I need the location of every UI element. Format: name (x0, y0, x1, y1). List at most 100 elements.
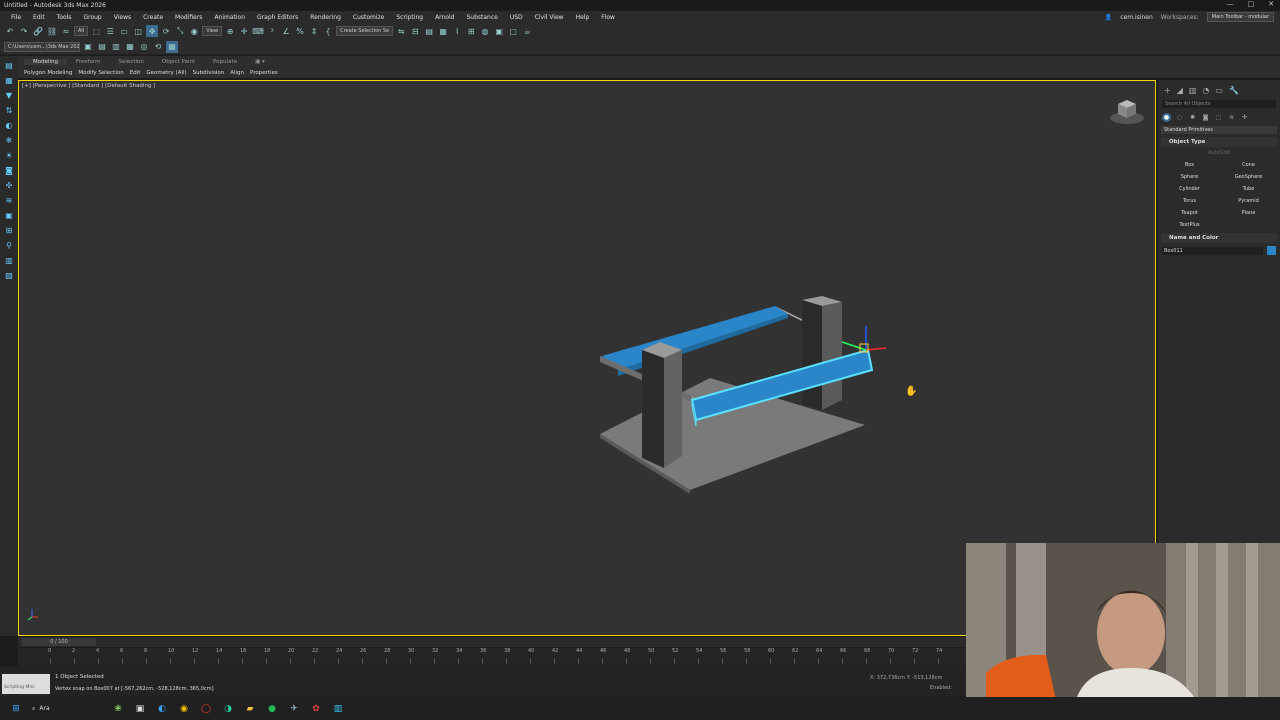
viewcube[interactable] (1108, 96, 1146, 126)
helpers-icon[interactable]: ⬚ (1214, 113, 1223, 122)
front-post-front[interactable] (642, 350, 664, 468)
menu-group[interactable]: Group (78, 14, 106, 21)
object-name-input[interactable]: Box011 (1162, 246, 1263, 255)
tube-button[interactable]: Tube (1223, 184, 1274, 194)
sync-icon[interactable]: ⟲ (152, 41, 164, 53)
coordinate-display[interactable]: X: 372,736cm Y: -513,128cm (870, 675, 942, 681)
schematic-view-icon[interactable]: ⊞ (465, 25, 477, 37)
close-button[interactable]: ✕ (1268, 0, 1274, 8)
manipulate-icon[interactable]: ✛ (238, 25, 250, 37)
ribbon-panel-align[interactable]: Align (230, 70, 244, 76)
hide-icon[interactable]: ◐ (4, 120, 14, 130)
viewport-label[interactable]: [+] [Perspective ] [Standard ] [Default … (22, 83, 155, 89)
ribbon-tab-populate[interactable]: Populate (204, 59, 246, 65)
spinner-snap-icon[interactable]: ⇕ (308, 25, 320, 37)
motion-tab-icon[interactable]: ◔ (1202, 86, 1209, 95)
menu-rendering[interactable]: Rendering (305, 14, 346, 21)
scene-explorer-icon[interactable]: ▤ (4, 60, 14, 70)
object-type-rollout[interactable]: Object Type (1161, 137, 1277, 147)
percent-snap-icon[interactable]: % (294, 25, 306, 37)
menu-modifiers[interactable]: Modifiers (170, 14, 207, 21)
teapot-button[interactable]: Teapot (1164, 208, 1215, 218)
geosphere-button[interactable]: GeoSphere (1223, 172, 1274, 182)
link-icon[interactable]: 🔗 (32, 25, 44, 37)
isolate-icon[interactable]: ◎ (138, 41, 150, 53)
menu-views[interactable]: Views (109, 14, 136, 21)
spacewarp-icon[interactable]: ≋ (4, 195, 14, 205)
gizmo-y-axis[interactable] (841, 341, 867, 351)
object-color-swatch[interactable] (1267, 246, 1276, 255)
workspace-dropdown[interactable]: Main Toolbar - modular (1206, 12, 1274, 22)
ribbon-options-icon[interactable]: ▣ ▾ (246, 59, 274, 65)
project-path-field[interactable]: C:\Users\cem...\3ds Max 2026 (4, 41, 80, 52)
menu-create[interactable]: Create (138, 14, 168, 21)
angle-snap-icon[interactable]: ∠ (280, 25, 292, 37)
mirror-icon[interactable]: ⇋ (395, 25, 407, 37)
select-rotate-icon[interactable]: ⟳ (160, 25, 172, 37)
freeze-icon[interactable]: ❄ (4, 135, 14, 145)
name-and-color-rollout[interactable]: Name and Color (1161, 233, 1277, 243)
pivot-center-icon[interactable]: ⊕ (224, 25, 236, 37)
systems-icon[interactable]: ✣ (1240, 113, 1249, 122)
spacewarps-icon[interactable]: ≋ (1227, 113, 1236, 122)
maximize-button[interactable]: □ (1248, 0, 1255, 8)
helper-icon[interactable]: ✣ (4, 180, 14, 190)
menu-file[interactable]: File (6, 14, 26, 21)
utilities-tab-icon[interactable]: 🔧 (1229, 86, 1239, 95)
window-crossing-icon[interactable]: ◫ (132, 25, 144, 37)
align-icon[interactable]: ⊟ (409, 25, 421, 37)
create-tab-icon[interactable]: + (1164, 86, 1171, 95)
steam-icon[interactable]: ✈ (288, 703, 300, 715)
ribbon-panel-properties[interactable]: Properties (250, 70, 278, 76)
menu-graph-editors[interactable]: Graph Editors (252, 14, 303, 21)
ribbon-panel-subdivision[interactable]: Subdivision (193, 70, 225, 76)
geometry-icon[interactable]: ● (1162, 113, 1171, 122)
project-settings-icon[interactable]: ▦ (124, 41, 136, 53)
ribbon-panel-geometry[interactable]: Geometry (All) (146, 70, 186, 76)
chrome-icon[interactable]: ◉ (178, 703, 190, 715)
render-frame-icon[interactable]: ▢ (507, 25, 519, 37)
layer-icon[interactable]: ▥ (4, 255, 14, 265)
group-icon[interactable]: ▣ (4, 210, 14, 220)
reference-coord-dropdown[interactable]: View (202, 26, 223, 36)
menu-help[interactable]: Help (571, 14, 595, 21)
cameras-icon[interactable]: ◙ (1201, 113, 1210, 122)
menu-flow[interactable]: Flow (596, 14, 620, 21)
ribbon-panel-edit[interactable]: Edit (130, 70, 141, 76)
ribbon-tab-modeling[interactable]: Modeling (24, 58, 68, 65)
menu-substance[interactable]: Substance (461, 14, 502, 21)
box-button[interactable]: Box (1164, 160, 1215, 170)
undo-icon[interactable]: ↶ (4, 25, 16, 37)
scene-geometry[interactable] (560, 270, 940, 510)
modify-tab-icon[interactable]: ◢ (1177, 86, 1183, 95)
container-icon[interactable]: ▧ (4, 270, 14, 280)
windows-start-icon[interactable]: ⊞ (10, 703, 22, 715)
cylinder-button[interactable]: Cylinder (1164, 184, 1215, 194)
edge-dev-icon[interactable]: ◑ (222, 703, 234, 715)
render-setup-icon[interactable]: ▣ (493, 25, 505, 37)
track-bar[interactable]: 0 2 4 6 8 10 12 14 16 18 20 22 24 26 28 30 32 34 36 38 40 42 4… (18, 648, 966, 666)
unlink-icon[interactable]: ⛓ (46, 25, 58, 37)
back-post-front[interactable] (802, 300, 822, 410)
sort-icon[interactable]: ⇅ (4, 105, 14, 115)
taskbar-search[interactable]: ⌕ Ara (32, 705, 102, 713)
widgets-icon[interactable]: ❀ (112, 703, 124, 715)
keyboard-shortcut-icon[interactable]: ⌨ (252, 25, 264, 37)
filter-icon[interactable]: ▼ (4, 90, 14, 100)
ribbon-panel-polygon-modeling[interactable]: Polygon Modeling (24, 70, 72, 76)
select-scale-icon[interactable]: ⤡ (174, 25, 186, 37)
viewport-layout-icon[interactable]: ▦ (166, 40, 178, 53)
layer-explorer-icon[interactable]: ▤ (423, 25, 435, 37)
new-project-icon[interactable]: ▤ (96, 41, 108, 53)
hierarchy-tab-icon[interactable]: ▥ (1189, 86, 1197, 95)
selection-filter-dropdown[interactable]: All (74, 26, 89, 36)
curve-editor-icon[interactable]: ⌇ (451, 25, 463, 37)
menu-tools[interactable]: Tools (52, 14, 77, 21)
material-editor-icon[interactable]: ◍ (479, 25, 491, 37)
minimize-button[interactable]: — (1227, 0, 1234, 8)
sphere-button[interactable]: Sphere (1164, 172, 1215, 182)
light-icon[interactable]: ☀ (4, 150, 14, 160)
maxscript-mini-listener[interactable]: Scripting Mini (2, 674, 50, 694)
textplus-button[interactable]: TextPlus (1164, 220, 1215, 230)
time-slider-handle[interactable]: 0 / 100 (22, 638, 96, 646)
